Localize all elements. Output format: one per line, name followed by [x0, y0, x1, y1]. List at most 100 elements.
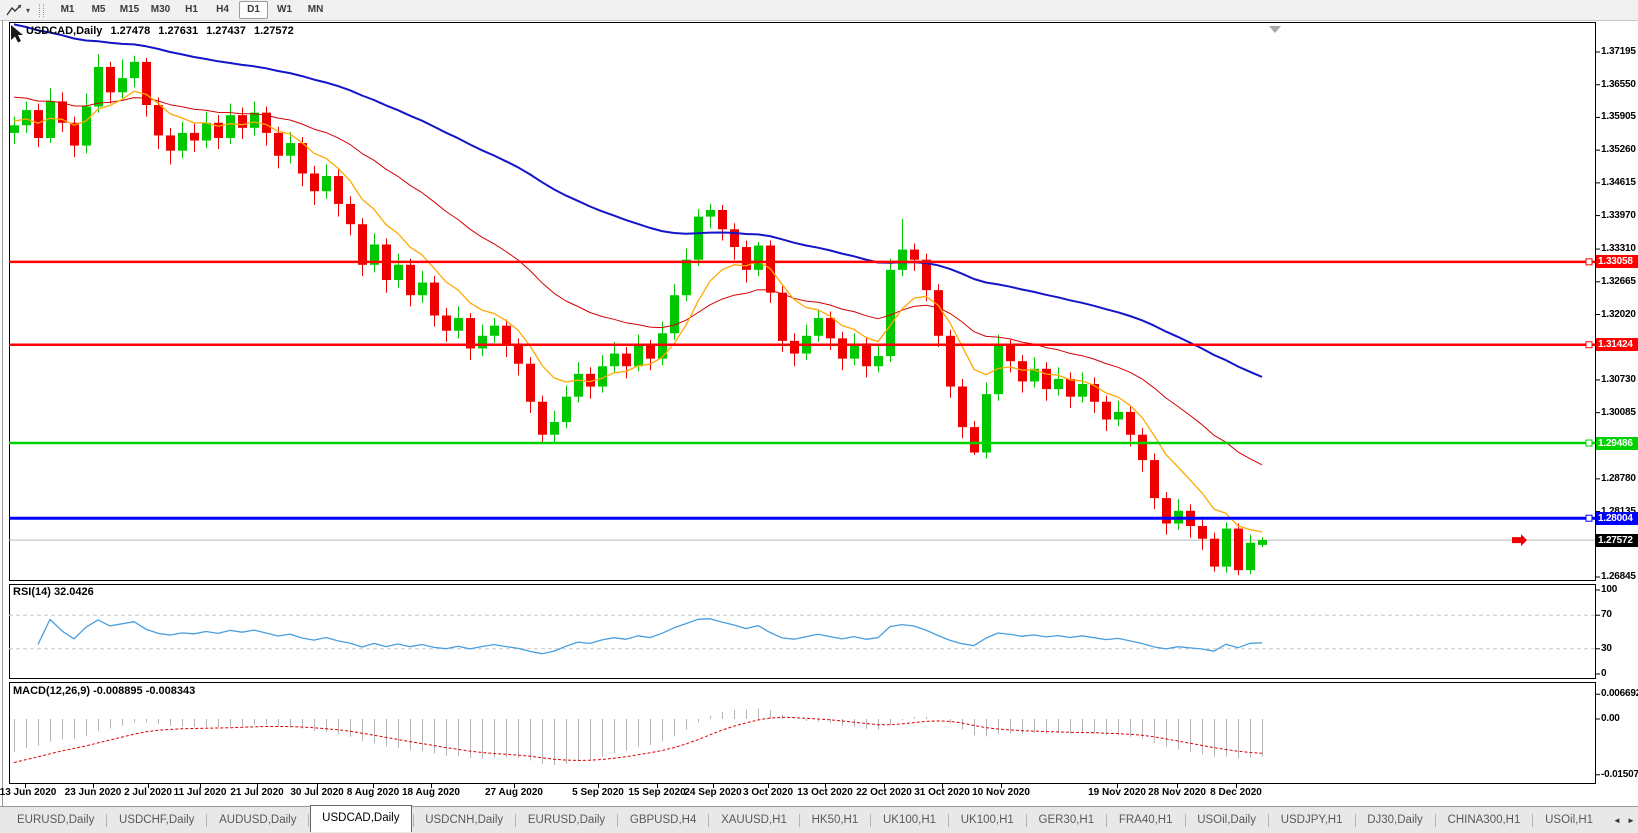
date-axis-label: 27 Aug 2020: [485, 787, 543, 798]
price-level-badge: 1.33058: [1596, 255, 1638, 268]
date-axis-label: 8 Dec 2020: [1210, 787, 1262, 798]
tab-separator: [799, 814, 800, 827]
tab-separator: [308, 814, 309, 827]
tab-uk100-h1[interactable]: UK100,H1: [872, 809, 947, 832]
date-axis-label: 11 Jul 2020: [174, 787, 227, 798]
price-tick-label: 1.33970: [1601, 210, 1636, 221]
date-axis-label: 15 Sep 2020: [628, 787, 685, 798]
price-line-handle: [1586, 515, 1592, 521]
rsi-value: 32.0426: [54, 586, 94, 598]
price-tick-label: 1.37195: [1601, 46, 1636, 57]
tab-eurusd-daily[interactable]: EURUSD,Daily: [6, 809, 105, 832]
tab-separator: [948, 814, 949, 827]
ohlc-open: 1.27478: [110, 25, 150, 37]
candlesticks: [10, 54, 1267, 575]
chart-tab-bar: EURUSD,DailyUSDCHF,DailyAUDUSD,DailyUSDC…: [0, 806, 1638, 833]
tab-ger30-h1[interactable]: GER30,H1: [1028, 809, 1106, 832]
tab-separator: [1268, 814, 1269, 827]
date-axis-label: 21 Jul 2020: [230, 787, 283, 798]
tab-usdcnh-daily[interactable]: USDCNH,Daily: [414, 809, 514, 832]
tab-usoil-daily[interactable]: USOil,Daily: [1186, 809, 1267, 832]
price-line-handle: [1586, 259, 1592, 265]
tab-audusd-daily[interactable]: AUDUSD,Daily: [208, 809, 307, 832]
date-axis-label: 3 Oct 2020: [743, 787, 793, 798]
rsi-label: RSI(14) 32.0426: [13, 586, 94, 598]
price-tick-label: 1.33310: [1601, 243, 1636, 254]
chart-canvas[interactable]: [0, 0, 1638, 833]
tab-separator: [1435, 814, 1436, 827]
tab-separator: [870, 814, 871, 827]
macd-name: MACD(12,26,9): [13, 685, 90, 697]
panel-splitter[interactable]: [0, 579, 1638, 583]
rsi-tick-label: 30: [1601, 643, 1612, 654]
tab-fra40-h1[interactable]: FRA40,H1: [1108, 809, 1184, 832]
panel-splitter[interactable]: [0, 677, 1638, 681]
tab-usoil-h1[interactable]: USOil,H1: [1534, 809, 1604, 832]
current-price-badge: 1.27572: [1596, 534, 1638, 547]
date-axis-label: 31 Oct 2020: [914, 787, 970, 798]
macd-signal-value: -0.008343: [146, 685, 196, 697]
tab-separator: [1106, 814, 1107, 827]
tab-separator: [106, 814, 107, 827]
tab-china300-h1[interactable]: CHINA300,H1: [1437, 809, 1532, 832]
tab-dj30-daily[interactable]: DJ30,Daily: [1356, 809, 1434, 832]
tab-usdcad-daily[interactable]: USDCAD,Daily: [310, 805, 411, 832]
price-tick-label: 1.35905: [1601, 111, 1636, 122]
tab-usdjpy-h1[interactable]: USDJPY,H1: [1270, 809, 1354, 832]
date-axis-label: 8 Aug 2020: [347, 787, 399, 798]
tab-separator: [1185, 814, 1186, 827]
tab-hk50-h1[interactable]: HK50,H1: [801, 809, 870, 832]
price-tick-label: 1.30730: [1601, 374, 1636, 385]
macd-main-value: -0.008895: [93, 685, 143, 697]
price-line-handle: [1586, 342, 1592, 348]
date-axis-label: 22 Oct 2020: [856, 787, 912, 798]
date-axis-label: 19 Nov 2020: [1088, 787, 1146, 798]
macd-histogram: [15, 708, 1263, 765]
chart-symbol-period: USDCAD,Daily: [26, 25, 102, 37]
mouse-cursor-pointer: [11, 25, 23, 43]
tab-separator: [617, 814, 618, 827]
price-tick-label: 1.32665: [1601, 276, 1636, 287]
price-tick-label: 1.35260: [1601, 144, 1636, 155]
tab-eurusd-daily[interactable]: EURUSD,Daily: [517, 809, 616, 832]
ma-fast: [14, 91, 1262, 532]
tab-xauusd-h1[interactable]: XAUUSD,H1: [710, 809, 798, 832]
date-axis-label: 5 Sep 2020: [572, 787, 624, 798]
date-axis-label: 10 Nov 2020: [972, 787, 1030, 798]
ohlc-high: 1.27631: [158, 25, 198, 37]
date-axis-label: 2 Jul 2020: [124, 787, 172, 798]
rsi-tick-label: 70: [1601, 609, 1612, 620]
tab-separator: [708, 814, 709, 827]
ohlc-close: 1.27572: [254, 25, 294, 37]
macd-tick-label: 0.00: [1601, 713, 1620, 724]
price-level-badge: 1.29486: [1596, 437, 1638, 450]
rsi-tick-label: 100: [1601, 584, 1617, 595]
date-axis-label: 13 Jun 2020: [0, 787, 56, 798]
date-axis-label: 24 Sep 2020: [684, 787, 741, 798]
price-tick-label: 1.36550: [1601, 79, 1636, 90]
chart-shift-marker[interactable]: [1269, 26, 1281, 33]
date-axis-label: 30 Jul 2020: [290, 787, 343, 798]
tab-separator: [206, 814, 207, 827]
price-level-badge: 1.28004: [1596, 512, 1638, 525]
tab-gbpusd-h4[interactable]: GBPUSD,H4: [619, 809, 707, 832]
price-tick-label: 1.28780: [1601, 473, 1636, 484]
chart-title: USDCAD,Daily 1.27478 1.27631 1.27437 1.2…: [26, 25, 299, 37]
ohlc-low: 1.27437: [206, 25, 246, 37]
macd-tick-label: -0.015075: [1601, 769, 1638, 780]
tab-scroll-left-icon[interactable]: ◄: [1610, 816, 1624, 825]
date-axis-label: 23 Jun 2020: [65, 787, 122, 798]
trading-terminal-window: ▾ M1M5M15M30H1H4D1W1MN USDCAD,Daily 1.27…: [0, 0, 1638, 833]
tab-separator: [1532, 814, 1533, 827]
current-price-arrow: [1512, 534, 1527, 546]
tab-scroll-right-icon[interactable]: ►: [1624, 816, 1638, 825]
price-line-handle: [1586, 440, 1592, 446]
price-tick-label: 1.30085: [1601, 407, 1636, 418]
tab-separator: [1355, 814, 1356, 827]
date-axis-label: 28 Nov 2020: [1148, 787, 1206, 798]
tab-usdchf-daily[interactable]: USDCHF,Daily: [108, 809, 205, 832]
price-tick-label: 1.32020: [1601, 309, 1636, 320]
tab-uk100-h1[interactable]: UK100,H1: [950, 809, 1025, 832]
ma-mid: [14, 97, 1262, 465]
rsi-name: RSI(14): [13, 586, 51, 598]
